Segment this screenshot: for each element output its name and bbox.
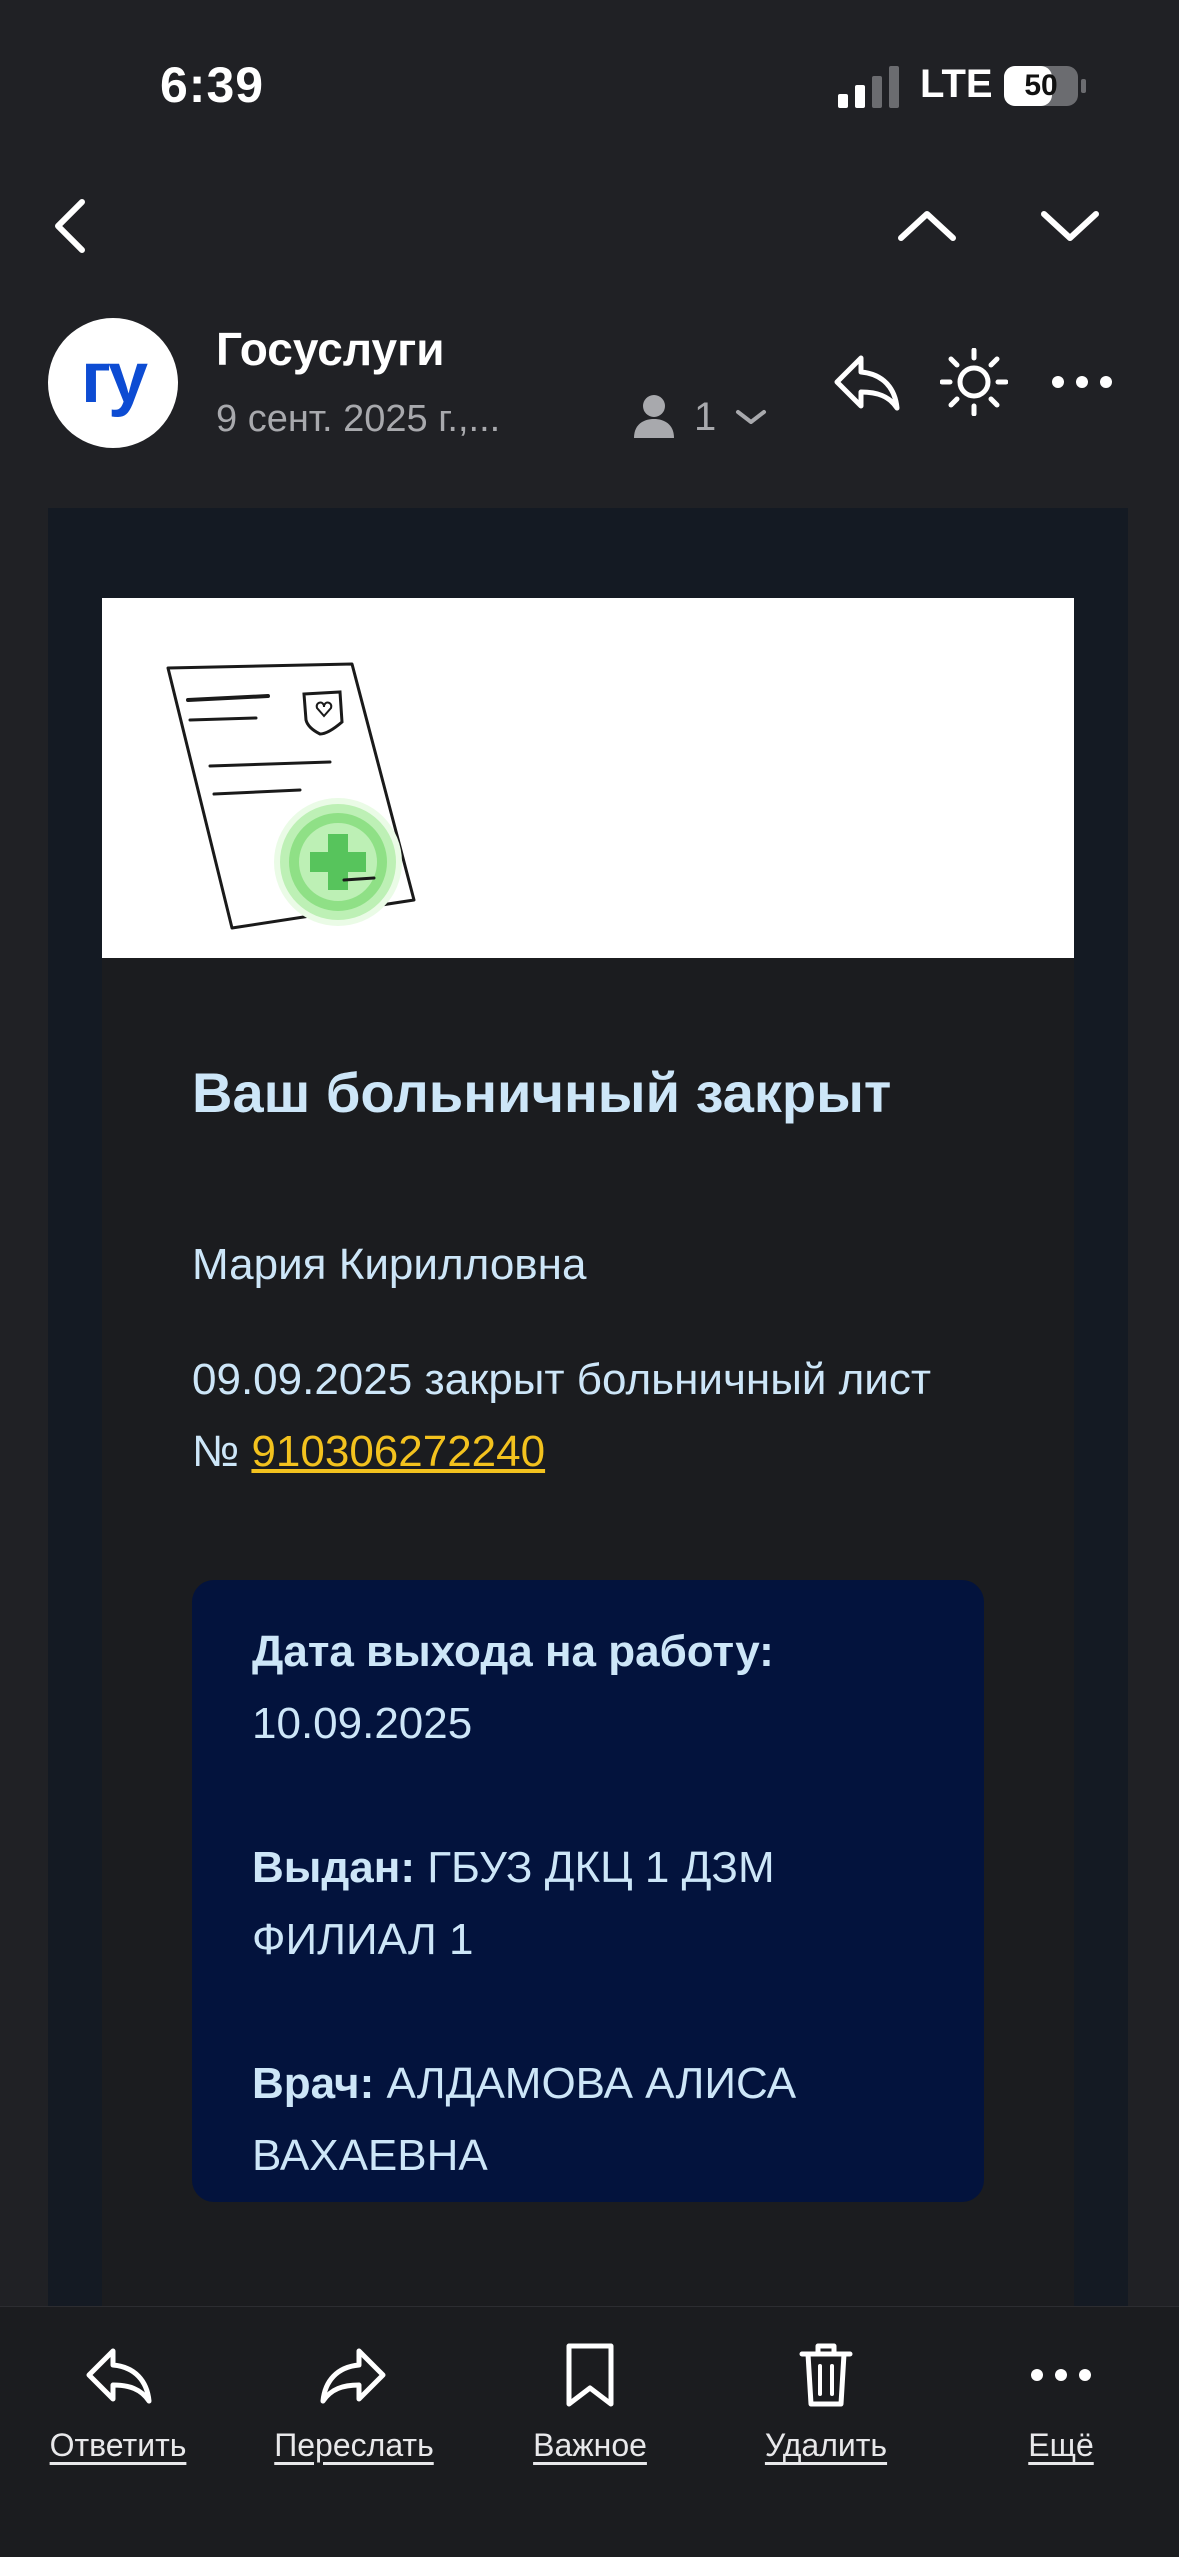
back-button[interactable] [30,186,110,266]
more-header-button[interactable] [1042,342,1122,422]
doctor-label: Врач: [252,2059,375,2108]
chevron-up-icon [898,211,956,241]
important-label: Важное [533,2427,647,2463]
sender-avatar[interactable]: гу [48,318,178,448]
brightness-icon [940,348,1008,416]
bottom-toolbar: Ответить Переслать Важное Удалить Ещё [0,2306,1179,2557]
reply-header-button[interactable] [826,342,906,422]
chevron-down-icon [1041,211,1099,241]
issued-by-row: Выдан: ГБУЗ ДКЦ 1 ДЗМ ФИЛИАЛ 1 [252,1832,952,1976]
recipients-count: 1 [694,394,717,439]
forward-button[interactable]: Переслать [236,2307,472,2557]
avatar-logo: гу [80,338,148,418]
sender-name[interactable]: Госуслуги [216,322,445,376]
return-date-value: 10.09.2025 [252,1699,473,1748]
sick-leave-document-icon [166,662,416,930]
more-icon [1052,376,1112,388]
message-title: Ваш больничный закрыт [192,1061,892,1124]
message-banner [102,598,1074,958]
next-message-button[interactable] [1030,186,1110,266]
reply-button[interactable]: Ответить [0,2307,236,2557]
battery-level: 50 [1024,69,1058,102]
forward-label: Переслать [274,2427,434,2463]
important-button[interactable]: Важное [472,2307,708,2557]
person-icon [634,395,674,438]
delete-button[interactable]: Удалить [708,2307,944,2557]
reply-label: Ответить [49,2427,187,2463]
reply-icon [86,2348,152,2404]
return-date-label: Дата выхода на работу: [252,1627,774,1676]
recipients-toggle[interactable]: 1 [632,394,768,440]
chevron-down-icon [736,410,767,424]
bookmark-icon [566,2343,614,2407]
issued-by-label: Выдан: [252,1843,415,1892]
greeting: Мария Кирилловна [192,1240,587,1289]
back-chevron-icon [55,199,85,253]
sick-leave-number-link[interactable]: 910306272240 [251,1427,545,1476]
email-date: 9 сент. 2025 г.,... [216,398,501,440]
signal-icon [838,66,899,108]
message-text: 09.09.2025 закрыт больничный лист № 9103… [192,1344,952,1488]
details-box: Дата выхода на работу: 10.09.2025 Выдан:… [192,1580,984,2202]
trash-icon [799,2343,853,2407]
return-date-row: Дата выхода на работу: 10.09.2025 [252,1616,952,1760]
more-icon [1031,2369,1091,2381]
more-button[interactable]: Ещё [943,2307,1179,2557]
battery-indicator: 50 [1004,66,1086,106]
previous-message-button[interactable] [887,186,967,266]
doctor-row: Врач: АЛДАМОВА АЛИСА ВАХАЕВНА [252,2048,952,2192]
network-type: LTE [920,62,993,106]
forward-icon [320,2348,386,2404]
more-label: Ещё [1028,2427,1094,2463]
status-time: 6:39 [160,57,265,113]
theme-toggle-button[interactable] [934,342,1014,422]
delete-label: Удалить [764,2427,888,2463]
reply-icon [834,355,900,411]
